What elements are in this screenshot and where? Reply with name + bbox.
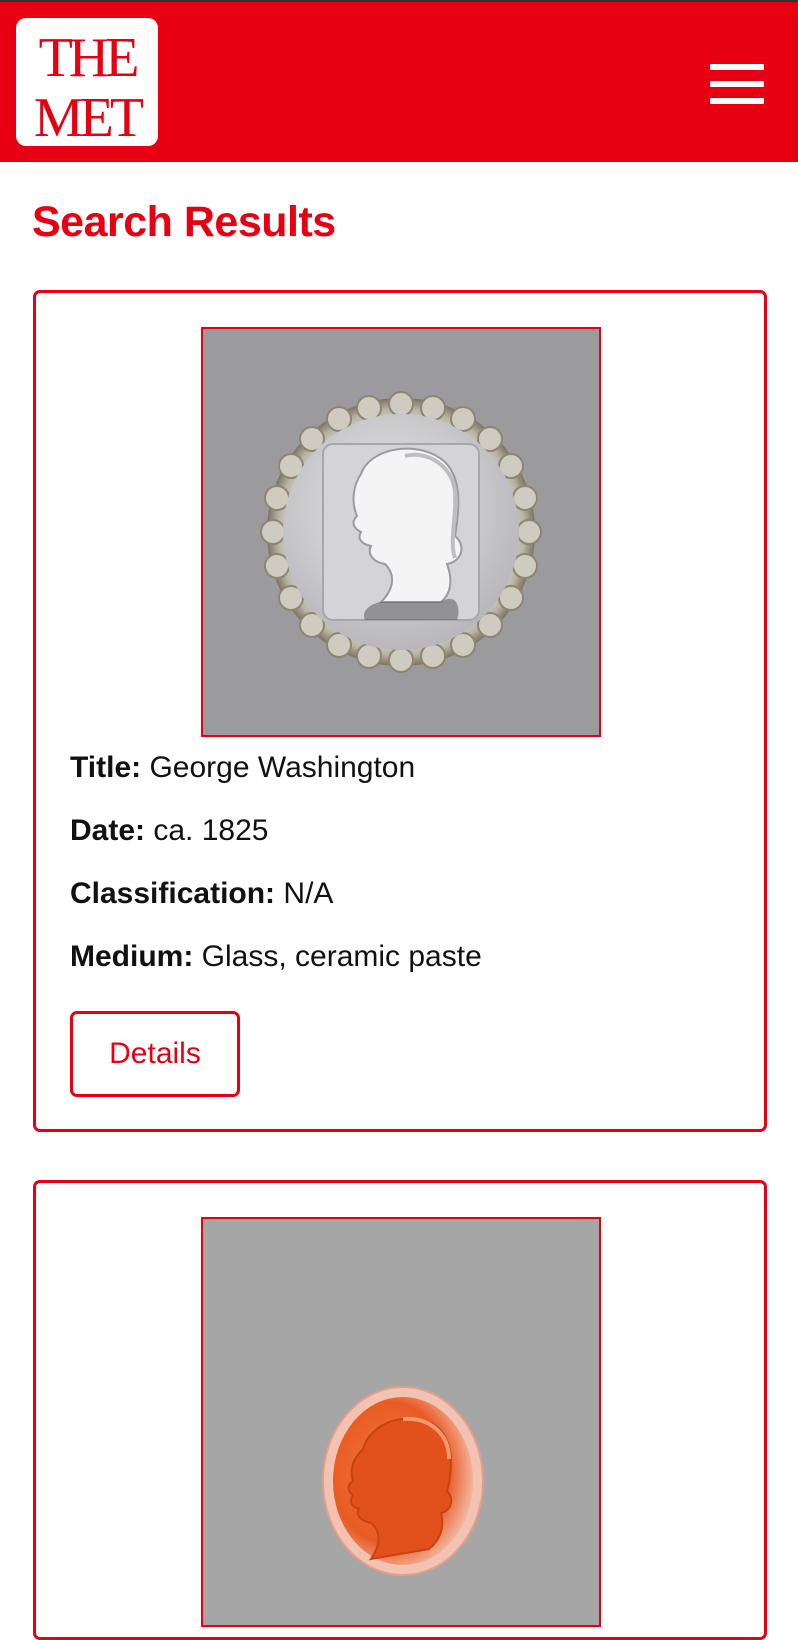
hamburger-menu-icon[interactable] xyxy=(710,64,764,104)
title-label: Title: xyxy=(70,751,142,784)
title-field: Title: George Washington xyxy=(70,751,415,785)
classification-value: N/A xyxy=(283,877,334,910)
date-value: ca. 1825 xyxy=(153,814,269,847)
medium-value: Glass, ceramic paste xyxy=(201,940,482,973)
logo-word-the: THE xyxy=(39,27,138,89)
site-header: THE MET xyxy=(0,0,798,162)
cameo-portrait-glass-icon xyxy=(260,391,542,673)
hamburger-bar xyxy=(710,64,764,70)
logo-mark: THE MET xyxy=(34,27,148,146)
details-button[interactable]: Details xyxy=(70,1011,240,1097)
classification-label: Classification: xyxy=(70,877,276,910)
result-image[interactable] xyxy=(201,1217,601,1627)
the-met-logo[interactable]: THE MET xyxy=(16,18,158,146)
date-field: Date: ca. 1825 xyxy=(70,814,268,848)
hamburger-bar xyxy=(710,81,764,87)
result-card: Title: George Washington Date: ca. 1825 … xyxy=(33,290,767,1132)
result-card xyxy=(33,1180,767,1640)
title-value: George Washington xyxy=(149,751,416,784)
logo-word-met: MET xyxy=(34,87,144,146)
classification-field: Classification: N/A xyxy=(70,877,333,911)
date-label: Date: xyxy=(70,814,146,847)
medium-label: Medium: xyxy=(70,940,194,973)
hamburger-bar xyxy=(710,98,764,104)
medium-field: Medium: Glass, ceramic paste xyxy=(70,940,482,974)
result-image[interactable] xyxy=(201,327,601,737)
page-title: Search Results xyxy=(32,198,336,246)
cameo-portrait-carnelian-icon xyxy=(322,1386,484,1576)
